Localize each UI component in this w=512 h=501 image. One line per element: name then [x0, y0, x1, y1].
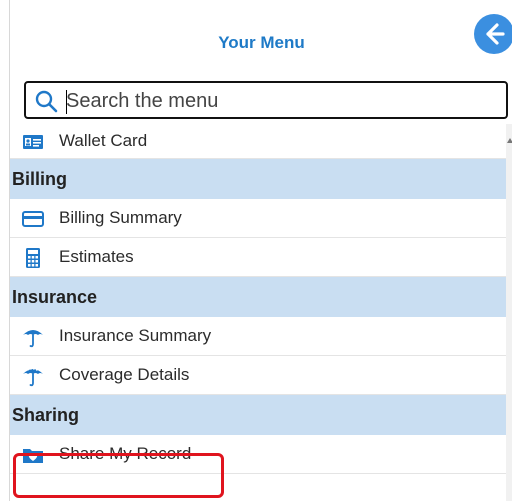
menu-item-billing-summary[interactable]: Billing Summary — [10, 199, 506, 238]
menu-header: Your Menu — [10, 0, 512, 80]
search-input[interactable] — [66, 87, 496, 115]
menu-item-coverage-details[interactable]: Coverage Details — [10, 356, 506, 395]
credit-card-icon — [22, 211, 44, 227]
menu-item-insurance-summary[interactable]: Insurance Summary — [10, 317, 506, 356]
section-insurance: Insurance — [10, 277, 506, 317]
umbrella-icon — [23, 330, 43, 348]
umbrella-details-icon — [23, 368, 43, 387]
menu-item-label: Billing Summary — [59, 208, 182, 227]
scrollbar[interactable] — [506, 124, 512, 501]
folder-heart-icon — [23, 449, 43, 463]
section-heading: Sharing — [12, 405, 80, 425]
menu-title: Your Menu — [218, 33, 305, 52]
menu-item-label: Share My Record — [59, 444, 192, 463]
menu-item-estimates[interactable]: Estimates — [10, 238, 506, 277]
back-button[interactable] — [474, 14, 512, 54]
arrow-left-icon — [486, 23, 505, 45]
menu-item-wallet-card[interactable]: Wallet Card — [10, 124, 506, 159]
menu-item-share-my-record[interactable]: Share My Record — [10, 435, 506, 474]
search-icon — [35, 90, 58, 113]
menu-item-label: Estimates — [59, 247, 134, 266]
calculator-icon — [26, 248, 40, 268]
menu-item-label: Insurance Summary — [59, 326, 212, 345]
scroll-up-arrow-icon[interactable] — [507, 138, 512, 143]
menu-item-label: Wallet Card — [59, 131, 148, 150]
menu-list: Wallet Card Billing Billing Summary Esti… — [10, 124, 506, 474]
section-heading: Billing — [12, 169, 67, 189]
menu-panel: Your Menu Wallet Card — [9, 0, 512, 501]
section-heading: Insurance — [12, 287, 98, 307]
id-card-icon — [23, 135, 43, 149]
search-box[interactable] — [24, 81, 508, 119]
section-billing: Billing — [10, 159, 506, 199]
menu-item-label: Coverage Details — [59, 365, 190, 384]
section-sharing: Sharing — [10, 395, 506, 435]
